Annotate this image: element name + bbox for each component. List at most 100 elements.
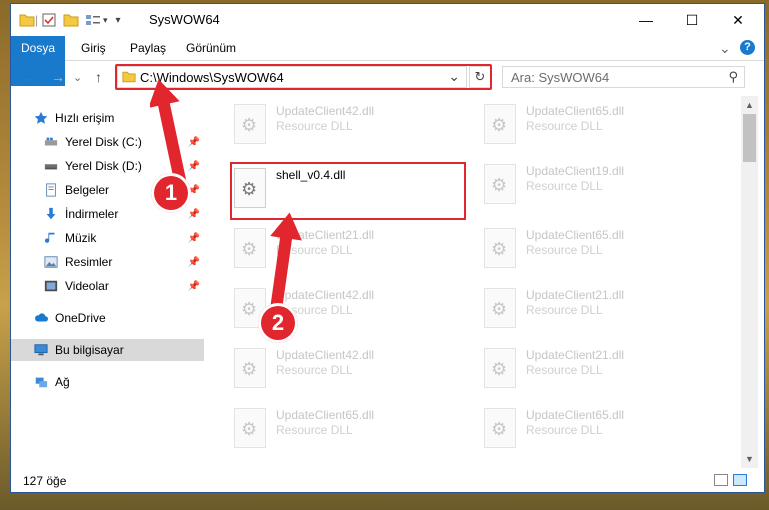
back-button[interactable]: ← xyxy=(23,69,37,85)
file-description: Resource DLL xyxy=(276,119,353,133)
file-description: Resource DLL xyxy=(526,243,603,257)
address-row: ← → ⌄ ↑ C:\Windows\SysWOW64 ⌄ ↻ Ara: Sys… xyxy=(11,61,764,95)
forward-button[interactable]: → xyxy=(51,69,65,85)
video-icon xyxy=(44,280,58,292)
scroll-thumb[interactable] xyxy=(743,114,756,162)
explorer-window: | ▾ ▾ SysWOW64 — ☐ ✕ Dosya Giriş Paylaş … xyxy=(10,3,765,493)
scroll-down-icon[interactable]: ▼ xyxy=(745,454,754,464)
sidebar-item-label: Bu bilgisayar xyxy=(55,343,124,357)
dll-file-icon xyxy=(484,348,516,388)
large-icons-view-icon[interactable] xyxy=(733,474,747,486)
file-name: UpdateClient21.dll xyxy=(526,348,625,362)
cloud-icon xyxy=(35,313,48,322)
list-item[interactable]: UpdateClient65.dll Resource DLL xyxy=(478,98,708,148)
file-description: Resource DLL xyxy=(526,303,603,317)
sidebar-item-label: Videolar xyxy=(65,279,109,293)
file-name: UpdateClient19.dll xyxy=(526,164,625,178)
sidebar-item-label: Hızlı erişim xyxy=(55,111,115,125)
sidebar-item-label: Belgeler xyxy=(65,183,110,197)
file-name: UpdateClient65.dll xyxy=(526,408,625,422)
dll-file-icon xyxy=(234,408,266,448)
tab-share[interactable]: Paylaş xyxy=(130,36,166,60)
dll-file-icon xyxy=(484,104,516,144)
list-item[interactable]: UpdateClient65.dll Resource DLL xyxy=(228,402,458,452)
dll-file-icon xyxy=(484,164,516,204)
expand-ribbon-icon[interactable]: ⌄ xyxy=(719,36,731,60)
minimize-button[interactable]: — xyxy=(623,4,669,36)
view-options-icon[interactable] xyxy=(85,13,101,27)
sidebar-item-pictures[interactable]: Resimler 📌 xyxy=(11,251,204,273)
file-description: Resource DLL xyxy=(526,179,603,193)
music-icon xyxy=(44,232,55,243)
sidebar-item-label: İndirmeler xyxy=(65,207,119,221)
pin-icon[interactable]: 📌 xyxy=(188,233,200,244)
list-item[interactable]: UpdateClient42.dll Resource DLL xyxy=(228,342,458,392)
pin-icon[interactable]: 📌 xyxy=(188,257,200,268)
sidebar-item-music[interactable]: Müzik 📌 xyxy=(11,227,204,249)
tab-home[interactable]: Giriş xyxy=(81,36,106,60)
file-description: Resource DLL xyxy=(526,363,603,377)
file-description: Resource DLL xyxy=(526,423,603,437)
list-item[interactable]: UpdateClient65.dll Resource DLL xyxy=(478,222,708,272)
dll-file-icon xyxy=(234,348,266,388)
dll-file-icon xyxy=(484,288,516,328)
dll-file-icon xyxy=(484,408,516,448)
sidebar-item-label: Yerel Disk (D:) xyxy=(65,159,142,173)
properties-icon[interactable] xyxy=(41,12,57,28)
drive-icon xyxy=(44,137,58,146)
dll-file-icon xyxy=(484,228,516,268)
sidebar-item-network[interactable]: Ağ xyxy=(11,371,204,393)
list-item[interactable]: UpdateClient21.dll Resource DLL xyxy=(478,282,708,332)
vertical-scrollbar[interactable]: ▲ ▼ xyxy=(741,96,758,468)
documents-icon xyxy=(46,183,56,197)
drive-icon xyxy=(44,164,58,170)
sidebar-item-videos[interactable]: Videolar 📌 xyxy=(11,275,204,297)
status-bar: 127 öğe xyxy=(11,470,764,492)
file-description: Resource DLL xyxy=(276,423,353,437)
list-item[interactable]: UpdateClient65.dll Resource DLL xyxy=(478,402,708,452)
scroll-up-icon[interactable]: ▲ xyxy=(745,100,754,110)
annotation-arrow-1 xyxy=(150,79,188,188)
dll-file-icon xyxy=(234,104,266,144)
sidebar-item-label: OneDrive xyxy=(55,311,106,325)
list-item[interactable]: UpdateClient19.dll Resource DLL xyxy=(478,158,708,208)
pin-icon[interactable]: 📌 xyxy=(188,281,200,292)
maximize-button[interactable]: ☐ xyxy=(669,4,715,36)
search-icon: ⚲ xyxy=(728,69,738,84)
details-view-icon[interactable] xyxy=(714,474,728,486)
pictures-icon xyxy=(44,256,58,268)
up-button[interactable]: ↑ xyxy=(95,69,102,85)
item-count: 127 öğe xyxy=(23,474,67,488)
recent-locations-button[interactable]: ⌄ xyxy=(73,71,82,84)
title-bar: | ▾ ▾ SysWOW64 — ☐ ✕ xyxy=(11,4,764,36)
search-input[interactable]: Ara: SysWOW64 ⚲ xyxy=(502,66,745,88)
file-name: UpdateClient65.dll xyxy=(276,408,375,422)
new-folder-icon[interactable] xyxy=(63,13,79,27)
list-item[interactable]: UpdateClient21.dll Resource DLL xyxy=(478,342,708,392)
qa-dropdown-icon[interactable]: ▾ xyxy=(116,15,121,26)
file-name: UpdateClient42.dll xyxy=(276,104,375,118)
folder-icon[interactable] xyxy=(19,13,35,27)
file-description: Resource DLL xyxy=(526,119,603,133)
sidebar-item-label: Müzik xyxy=(65,231,97,245)
step-2-badge: 2 xyxy=(258,303,298,343)
computer-icon xyxy=(34,344,48,356)
sidebar-item-label: Ağ xyxy=(55,375,70,389)
search-placeholder: Ara: SysWOW64 xyxy=(511,70,610,85)
customize-dropdown-icon[interactable]: ▾ xyxy=(103,15,108,26)
file-name: UpdateClient21.dll xyxy=(526,288,625,302)
tab-view[interactable]: Görünüm xyxy=(186,36,236,60)
sidebar-item-this-pc[interactable]: Bu bilgisayar xyxy=(11,339,204,361)
star-icon xyxy=(34,111,48,124)
pin-icon[interactable]: 📌 xyxy=(188,209,200,220)
file-name: UpdateClient42.dll xyxy=(276,348,375,362)
network-icon xyxy=(35,377,48,388)
close-button[interactable]: ✕ xyxy=(715,4,761,36)
sidebar-item-onedrive[interactable]: OneDrive xyxy=(11,307,204,329)
help-icon[interactable]: ? xyxy=(740,40,755,55)
file-name: UpdateClient65.dll xyxy=(526,104,625,118)
ribbon-tabs: Dosya Giriş Paylaş Görünüm ⌄ ? xyxy=(11,36,764,86)
list-item[interactable]: UpdateClient42.dll Resource DLL xyxy=(228,98,458,148)
step-1-badge: 1 xyxy=(151,173,191,213)
sidebar-item-label: Yerel Disk (C:) xyxy=(65,135,142,149)
